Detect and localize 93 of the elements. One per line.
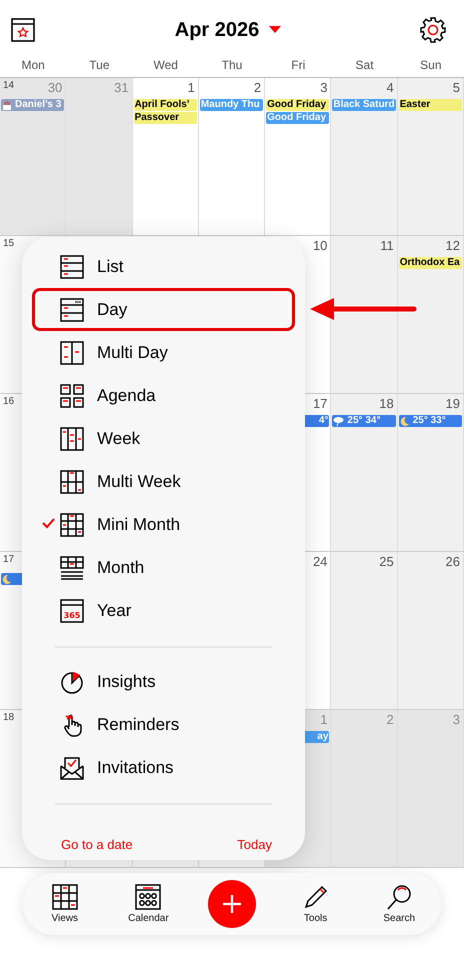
moon-icon	[2, 574, 12, 584]
weekday-label: Wed	[152, 58, 179, 72]
weekday-label: Thu	[220, 58, 244, 72]
day-number: 2	[386, 712, 394, 727]
view-menu-item[interactable]: Month	[32, 546, 295, 589]
rain-cloud-icon	[333, 416, 344, 426]
tab-bar-item[interactable]: Views	[23, 884, 107, 924]
multi-day-view-icon	[60, 340, 84, 364]
search-icon	[386, 884, 412, 910]
day-number: 10	[312, 238, 328, 253]
event-chip[interactable]: Good Friday	[266, 99, 330, 111]
day-number: 18	[379, 396, 394, 411]
day-cell[interactable]: 14 30 Daniel’s 3	[0, 78, 66, 235]
grid-icon	[52, 884, 78, 910]
weekday-label: Fri	[290, 58, 306, 72]
event-chip[interactable]: Easter	[398, 99, 462, 111]
day-number: 4	[386, 80, 394, 95]
day-number: 30	[48, 80, 62, 95]
view-menu-item[interactable]: Day	[32, 288, 295, 331]
agenda-view-icon	[60, 384, 84, 408]
tab-bar-item[interactable]: Tools	[274, 884, 358, 924]
view-menu-item[interactable]: Agenda	[32, 374, 295, 417]
day-view-icon	[60, 298, 84, 322]
day-cell[interactable]: 12 Orthodox Ea	[398, 236, 464, 393]
list-view-icon	[60, 254, 84, 278]
tab-bar-item[interactable]: Calendar	[106, 884, 190, 924]
week-number: 16	[3, 396, 14, 407]
add-button[interactable]	[208, 880, 256, 928]
weekday-label: Tue	[88, 58, 111, 72]
year-view-icon: 365	[60, 598, 84, 622]
day-number: 26	[446, 554, 460, 569]
pie-chart-icon	[60, 670, 84, 694]
event-chip[interactable]: Orthodox Ea	[398, 257, 462, 269]
view-menu-item[interactable]: Multi Week	[32, 460, 295, 503]
day-cell[interactable]: 19 25° 33°	[398, 394, 464, 551]
event-chip[interactable]: April Fools’	[134, 99, 197, 111]
day-number: 17	[312, 396, 328, 411]
day-cell[interactable]: 5 Easter	[398, 78, 464, 235]
moon-icon	[400, 416, 410, 426]
tool-menu-item[interactable]: Insights	[32, 660, 295, 703]
day-number: 3	[320, 80, 328, 95]
event-chip[interactable]: Passover	[134, 112, 197, 124]
view-menu-item[interactable]: 365 Year	[32, 589, 295, 632]
day-cell[interactable]: 1 April Fools’ Passover	[132, 78, 199, 235]
week-number: 14	[3, 80, 14, 91]
day-cell[interactable]: 11	[331, 236, 398, 393]
event-chip[interactable]: 25° 33°	[398, 415, 462, 427]
event-chip[interactable]: 25° 34°	[332, 415, 396, 427]
settings-icon[interactable]	[420, 17, 446, 43]
week-number: 18	[3, 712, 14, 723]
view-menu-item[interactable]: Week	[32, 417, 295, 460]
tab-bar-item[interactable]: Search	[357, 884, 441, 924]
envelope-check-icon	[60, 756, 84, 780]
day-cell[interactable]: 3 Good Friday Good Friday	[265, 78, 332, 235]
week-view-icon	[60, 426, 84, 450]
today-link[interactable]: Today	[237, 837, 272, 852]
month-view-icon	[60, 556, 84, 580]
day-number: 1	[320, 712, 328, 727]
caret-icon	[269, 26, 282, 34]
week-number: 17	[3, 554, 14, 565]
weekday-label: Mon	[20, 58, 46, 72]
view-menu-item[interactable]: Multi Day	[32, 331, 295, 374]
day-cell[interactable]: 25	[331, 552, 398, 709]
day-number: 24	[312, 554, 328, 569]
day-number: 12	[446, 238, 460, 253]
day-number: 19	[446, 396, 460, 411]
day-number: 11	[380, 238, 394, 253]
cake-icon	[2, 100, 12, 110]
day-number: 3	[452, 712, 460, 727]
day-number: 25	[379, 554, 394, 569]
day-number: 5	[452, 80, 460, 95]
weekday-label: Sun	[419, 58, 443, 72]
tool-menu-item[interactable]: Reminders	[32, 703, 295, 746]
day-cell[interactable]: 2 Maundy Thu	[198, 78, 266, 235]
view-menu-item[interactable]: Mini Month	[32, 503, 295, 546]
mini-month-view-icon	[60, 512, 84, 536]
favorites-calendar-icon[interactable]	[10, 17, 36, 43]
calendar-icon	[135, 884, 162, 910]
go-to-date-link[interactable]: Go to a date	[61, 837, 133, 852]
day-cell[interactable]: 26	[398, 552, 464, 709]
day-number: 1	[188, 80, 195, 95]
week-number: 15	[3, 238, 14, 249]
multi-week-view-icon	[60, 470, 84, 494]
day-number: 31	[114, 80, 129, 95]
day-cell[interactable]: 4 Black Saturd	[331, 78, 398, 235]
pencil-icon	[302, 884, 329, 910]
plus-icon	[222, 894, 242, 914]
day-cell[interactable]: 18 25° 34°	[331, 394, 398, 551]
view-menu-item[interactable]: List	[32, 245, 295, 288]
weekday-label: Sat	[354, 58, 375, 72]
day-number: 2	[254, 80, 262, 95]
month-title[interactable]: Apr 2026	[174, 18, 282, 42]
tool-menu-item[interactable]: Invitations	[32, 746, 295, 789]
